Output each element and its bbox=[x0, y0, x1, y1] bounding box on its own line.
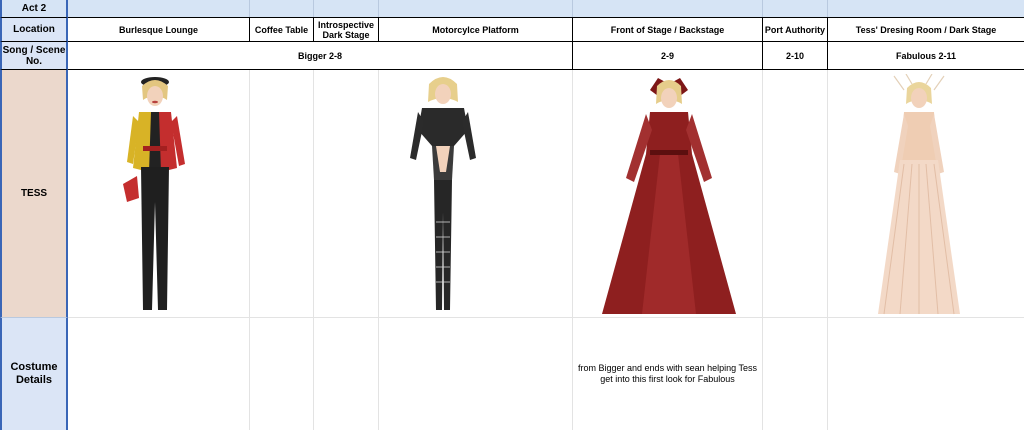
header-strip-5[interactable] bbox=[573, 0, 763, 17]
costume-spreadsheet: Act 2 Location Burlesque Lounge Coffee T… bbox=[0, 0, 1024, 430]
location-cell-1[interactable]: Burlesque Lounge bbox=[68, 17, 250, 42]
location-port-authority: Port Authority bbox=[764, 24, 826, 35]
costume-sketch-burlesque bbox=[115, 72, 195, 316]
location-cell-7[interactable]: Tess' Dresing Room / Dark Stage bbox=[828, 17, 1024, 42]
header-strip-7[interactable] bbox=[828, 0, 1024, 17]
header-strip-4[interactable] bbox=[379, 0, 573, 17]
location-cell-5[interactable]: Front of Stage / Backstage bbox=[573, 17, 763, 42]
location-coffee-table: Coffee Table bbox=[254, 24, 309, 35]
location-label: Location bbox=[13, 24, 55, 35]
details-cell-4[interactable] bbox=[379, 318, 573, 430]
costume-sketch-nude-gown bbox=[874, 74, 964, 318]
location-cell-4[interactable]: Motorcylce Platform bbox=[379, 17, 573, 42]
location-cell-6[interactable]: Port Authority bbox=[763, 17, 828, 42]
header-strip-1[interactable] bbox=[68, 0, 250, 17]
scene-2-10: 2-10 bbox=[785, 50, 804, 61]
header-strip-3[interactable] bbox=[314, 0, 379, 17]
location-cell-2[interactable]: Coffee Table bbox=[250, 17, 314, 42]
details-cell-6[interactable] bbox=[763, 318, 828, 430]
details-cell-1[interactable] bbox=[68, 318, 250, 430]
details-cell-5[interactable]: from Bigger and ends with sean helping T… bbox=[573, 318, 763, 430]
costume-note: from Bigger and ends with sean helping T… bbox=[578, 363, 757, 384]
header-strip-2[interactable] bbox=[250, 0, 314, 17]
header-strip-6[interactable] bbox=[763, 0, 828, 17]
scene-cell-fabulous[interactable]: Fabulous 2-11 bbox=[828, 42, 1024, 70]
scene-fabulous: Fabulous 2-11 bbox=[895, 50, 957, 61]
song-scene-label-cell[interactable]: Song / Scene No. bbox=[0, 42, 68, 70]
location-dressing-room: Tess' Dresing Room / Dark Stage bbox=[855, 24, 997, 35]
image-cell-2[interactable] bbox=[250, 70, 314, 318]
location-motorcycle-platform: Motorcylce Platform bbox=[432, 24, 519, 35]
character-label-cell[interactable]: TESS bbox=[0, 70, 68, 318]
scene-cell-2-10[interactable]: 2-10 bbox=[763, 42, 828, 70]
costume-details-label: Costume Details bbox=[10, 361, 58, 386]
act-label: Act 2 bbox=[21, 3, 47, 14]
location-label-cell[interactable]: Location bbox=[0, 17, 68, 42]
scene-cell-bigger[interactable]: Bigger 2-8 bbox=[68, 42, 573, 70]
location-introspective-dark-stage: Introspective Dark Stage bbox=[317, 19, 375, 40]
details-cell-2[interactable] bbox=[250, 318, 314, 430]
scene-2-9: 2-9 bbox=[660, 50, 674, 61]
costume-sketch-motorcycle bbox=[402, 72, 484, 316]
details-cell-7[interactable] bbox=[828, 318, 1024, 430]
character-label: TESS bbox=[20, 188, 48, 199]
song-scene-label: Song / Scene No. bbox=[2, 44, 66, 67]
location-cell-3[interactable]: Introspective Dark Stage bbox=[314, 17, 379, 42]
location-front-of-stage: Front of Stage / Backstage bbox=[610, 24, 725, 35]
costume-sketch-red-gown bbox=[600, 74, 738, 318]
costume-details-label-cell[interactable]: Costume Details bbox=[0, 318, 68, 430]
image-cell-3[interactable] bbox=[314, 70, 379, 318]
image-cell-6[interactable] bbox=[763, 70, 828, 318]
act-label-cell[interactable]: Act 2 bbox=[0, 0, 68, 17]
location-burlesque-lounge: Burlesque Lounge bbox=[118, 24, 198, 35]
scene-cell-2-9[interactable]: 2-9 bbox=[573, 42, 763, 70]
scene-bigger: Bigger 2-8 bbox=[297, 50, 342, 61]
details-cell-3[interactable] bbox=[314, 318, 379, 430]
